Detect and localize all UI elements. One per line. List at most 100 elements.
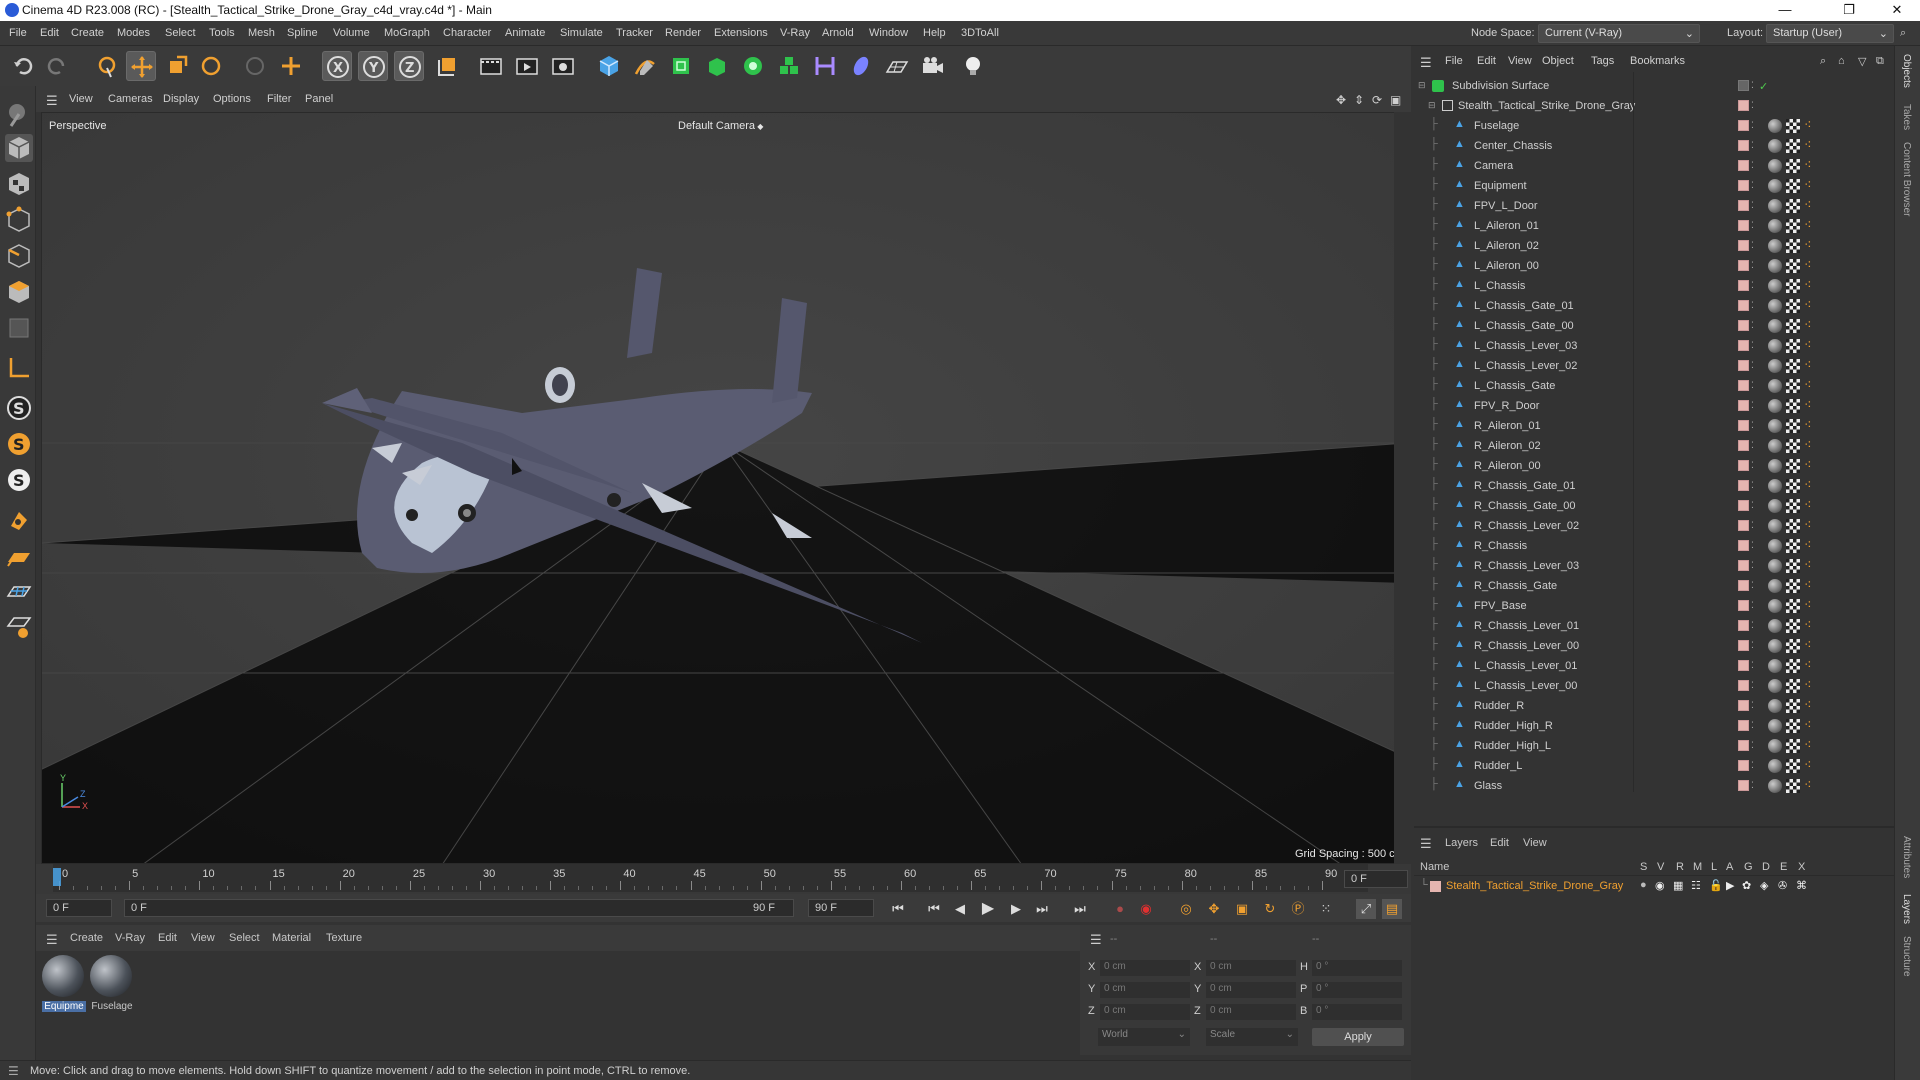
point-mode-icon[interactable] xyxy=(5,206,33,234)
uvw-tag-icon[interactable] xyxy=(1786,339,1800,353)
object-row[interactable]: ├ ▲ L_Chassis_Lever_00 ⁚ ⁖ xyxy=(1414,676,1894,696)
viewport-pan-icon[interactable]: ✥ xyxy=(1336,93,1346,107)
model-mode-icon[interactable] xyxy=(5,134,33,162)
close-button[interactable]: ✕ xyxy=(1874,0,1920,21)
layer-generators-icon[interactable]: ✿ xyxy=(1742,879,1751,892)
material-menu-select[interactable]: Select xyxy=(229,932,260,944)
search-icon[interactable]: ⌕ xyxy=(1900,27,1906,40)
uv-mode-icon[interactable] xyxy=(5,314,33,342)
selection-tag-icon[interactable]: ⁖ xyxy=(1804,317,1812,333)
scale-key-icon[interactable]: ▣ xyxy=(1232,899,1252,919)
redo-icon[interactable] xyxy=(42,51,72,81)
active-camera-label[interactable]: Default Camera ◆ xyxy=(678,120,763,132)
visibility-dots-icon[interactable]: ⁚ xyxy=(1751,180,1754,191)
material-menu-view[interactable]: View xyxy=(191,932,215,944)
menu-tools[interactable]: Tools xyxy=(209,27,235,39)
selection-tag-icon[interactable]: ⁖ xyxy=(1804,177,1812,193)
vray-material-tag-icon[interactable] xyxy=(1768,139,1782,153)
selection-tag-icon[interactable]: ⁖ xyxy=(1804,217,1812,233)
menu-animate[interactable]: Animate xyxy=(505,27,545,39)
size-y-field[interactable]: 0 cm xyxy=(1206,982,1296,998)
selection-tag-icon[interactable]: ⁖ xyxy=(1804,457,1812,473)
layer-render-icon[interactable]: ▦ xyxy=(1673,879,1683,892)
render-view-icon[interactable] xyxy=(476,51,506,81)
selection-tag-icon[interactable]: ⁖ xyxy=(1804,697,1812,713)
scale-tool-icon[interactable] xyxy=(162,51,192,81)
uvw-tag-icon[interactable] xyxy=(1786,119,1800,133)
vray-material-tag-icon[interactable] xyxy=(1768,319,1782,333)
selection-tag-icon[interactable]: ⁖ xyxy=(1804,157,1812,173)
selection-tag-icon[interactable]: ⁖ xyxy=(1804,497,1812,513)
uvw-tag-icon[interactable] xyxy=(1786,179,1800,193)
subdivision-surface-icon[interactable] xyxy=(666,51,696,81)
vray-material-tag-icon[interactable] xyxy=(1768,439,1782,453)
uvw-tag-icon[interactable] xyxy=(1786,239,1800,253)
uvw-tag-icon[interactable] xyxy=(1786,739,1800,753)
object-row-group[interactable]: ⊟ Stealth_Tactical_Strike_Drone_Gray ⁚ xyxy=(1414,96,1894,116)
vray-material-tag-icon[interactable] xyxy=(1768,299,1782,313)
edge-mode-icon[interactable] xyxy=(5,242,33,270)
menu-volume[interactable]: Volume xyxy=(333,27,370,39)
vray-material-tag-icon[interactable] xyxy=(1768,499,1782,513)
object-row[interactable]: ├ ▲ Rudder_High_R ⁚ ⁖ xyxy=(1414,716,1894,736)
visibility-dots-icon[interactable]: ⁚ xyxy=(1751,760,1754,771)
render-settings-icon[interactable] xyxy=(548,51,578,81)
rotation-key-icon[interactable]: ↻ xyxy=(1260,899,1280,919)
floor-icon[interactable] xyxy=(882,51,912,81)
visibility-dots-icon[interactable]: ⁚ xyxy=(1751,620,1754,631)
uvw-tag-icon[interactable] xyxy=(1786,499,1800,513)
vray-material-tag-icon[interactable] xyxy=(1768,679,1782,693)
layer-expressions-icon[interactable]: ✇ xyxy=(1778,879,1787,892)
motion-system-icon[interactable]: ⤢ xyxy=(1356,899,1376,919)
tweak-mode-icon[interactable] xyxy=(5,506,33,534)
uvw-tag-icon[interactable] xyxy=(1786,399,1800,413)
y-axis-lock-icon[interactable]: Y xyxy=(358,51,388,81)
make-editable-icon[interactable] xyxy=(5,100,33,128)
lock-workplane-icon[interactable] xyxy=(5,612,33,640)
selection-tag-icon[interactable]: ⁖ xyxy=(1804,397,1812,413)
visibility-dots-icon[interactable]: ⁚ xyxy=(1751,720,1754,731)
hamburger-icon[interactable]: ☰ xyxy=(46,93,58,109)
menu-create[interactable]: Create xyxy=(71,27,104,39)
uvw-tag-icon[interactable] xyxy=(1786,459,1800,473)
visibility-dots-icon[interactable]: ⁚ xyxy=(1751,400,1754,411)
next-key-icon[interactable]: ⏭ xyxy=(1032,899,1052,919)
object-row[interactable]: ├ ▲ FPV_Base ⁚ ⁖ xyxy=(1414,596,1894,616)
selection-tag-icon[interactable]: ⁖ xyxy=(1804,737,1812,753)
layer-lock-icon[interactable]: 🔓 xyxy=(1709,879,1723,892)
visibility-dots-icon[interactable]: ⁚ xyxy=(1751,640,1754,651)
z-axis-lock-icon[interactable]: Z xyxy=(394,51,424,81)
vray-material-tag-icon[interactable] xyxy=(1768,559,1782,573)
max-frame-field[interactable]: 90 F xyxy=(808,899,874,917)
object-row[interactable]: ├ ▲ R_Chassis_Lever_00 ⁚ ⁖ xyxy=(1414,636,1894,656)
position-key-icon[interactable]: ✥ xyxy=(1204,899,1224,919)
uvw-tag-icon[interactable] xyxy=(1786,379,1800,393)
visibility-dots-icon[interactable]: ⁚ xyxy=(1751,360,1754,371)
viewport-maximize-icon[interactable]: ▣ xyxy=(1390,93,1401,107)
hamburger-icon[interactable]: ☰ xyxy=(8,1064,19,1078)
timeline-end-field[interactable]: 0 F xyxy=(1344,870,1408,888)
render-to-picture-viewer-icon[interactable] xyxy=(512,51,542,81)
viewport-menu-display[interactable]: Display xyxy=(163,93,199,105)
uvw-tag-icon[interactable] xyxy=(1786,199,1800,213)
menu-help[interactable]: Help xyxy=(923,27,946,39)
object-row[interactable]: ├ ▲ L_Chassis_Lever_03 ⁚ ⁖ xyxy=(1414,336,1894,356)
viewport-scrollbar[interactable] xyxy=(1394,112,1406,864)
hamburger-icon[interactable]: ☰ xyxy=(1420,55,1432,71)
vray-material-tag-icon[interactable] xyxy=(1768,539,1782,553)
pen-spline-icon[interactable] xyxy=(630,51,660,81)
layer-deformers-icon[interactable]: ◈ xyxy=(1760,879,1768,892)
menu-window[interactable]: Window xyxy=(869,27,908,39)
material-swatch[interactable]: Equipme xyxy=(42,955,86,1015)
selection-tag-icon[interactable]: ⁖ xyxy=(1804,277,1812,293)
object-row[interactable]: ├ ▲ R_Chassis_Gate_01 ⁚ ⁖ xyxy=(1414,476,1894,496)
rot-p-field[interactable]: 0 ° xyxy=(1312,982,1402,998)
material-menu-create[interactable]: Create xyxy=(70,932,103,944)
hamburger-icon[interactable]: ☰ xyxy=(1420,836,1432,852)
current-frame-field[interactable]: 0 F xyxy=(46,899,112,917)
menu-mograph[interactable]: MoGraph xyxy=(384,27,430,39)
material-swatch[interactable]: Fuselage xyxy=(90,955,134,1015)
tab-takes[interactable]: Takes xyxy=(1901,104,1912,130)
object-menu-bookmarks[interactable]: Bookmarks xyxy=(1630,55,1685,67)
home-icon[interactable]: ⌂ xyxy=(1838,55,1845,67)
